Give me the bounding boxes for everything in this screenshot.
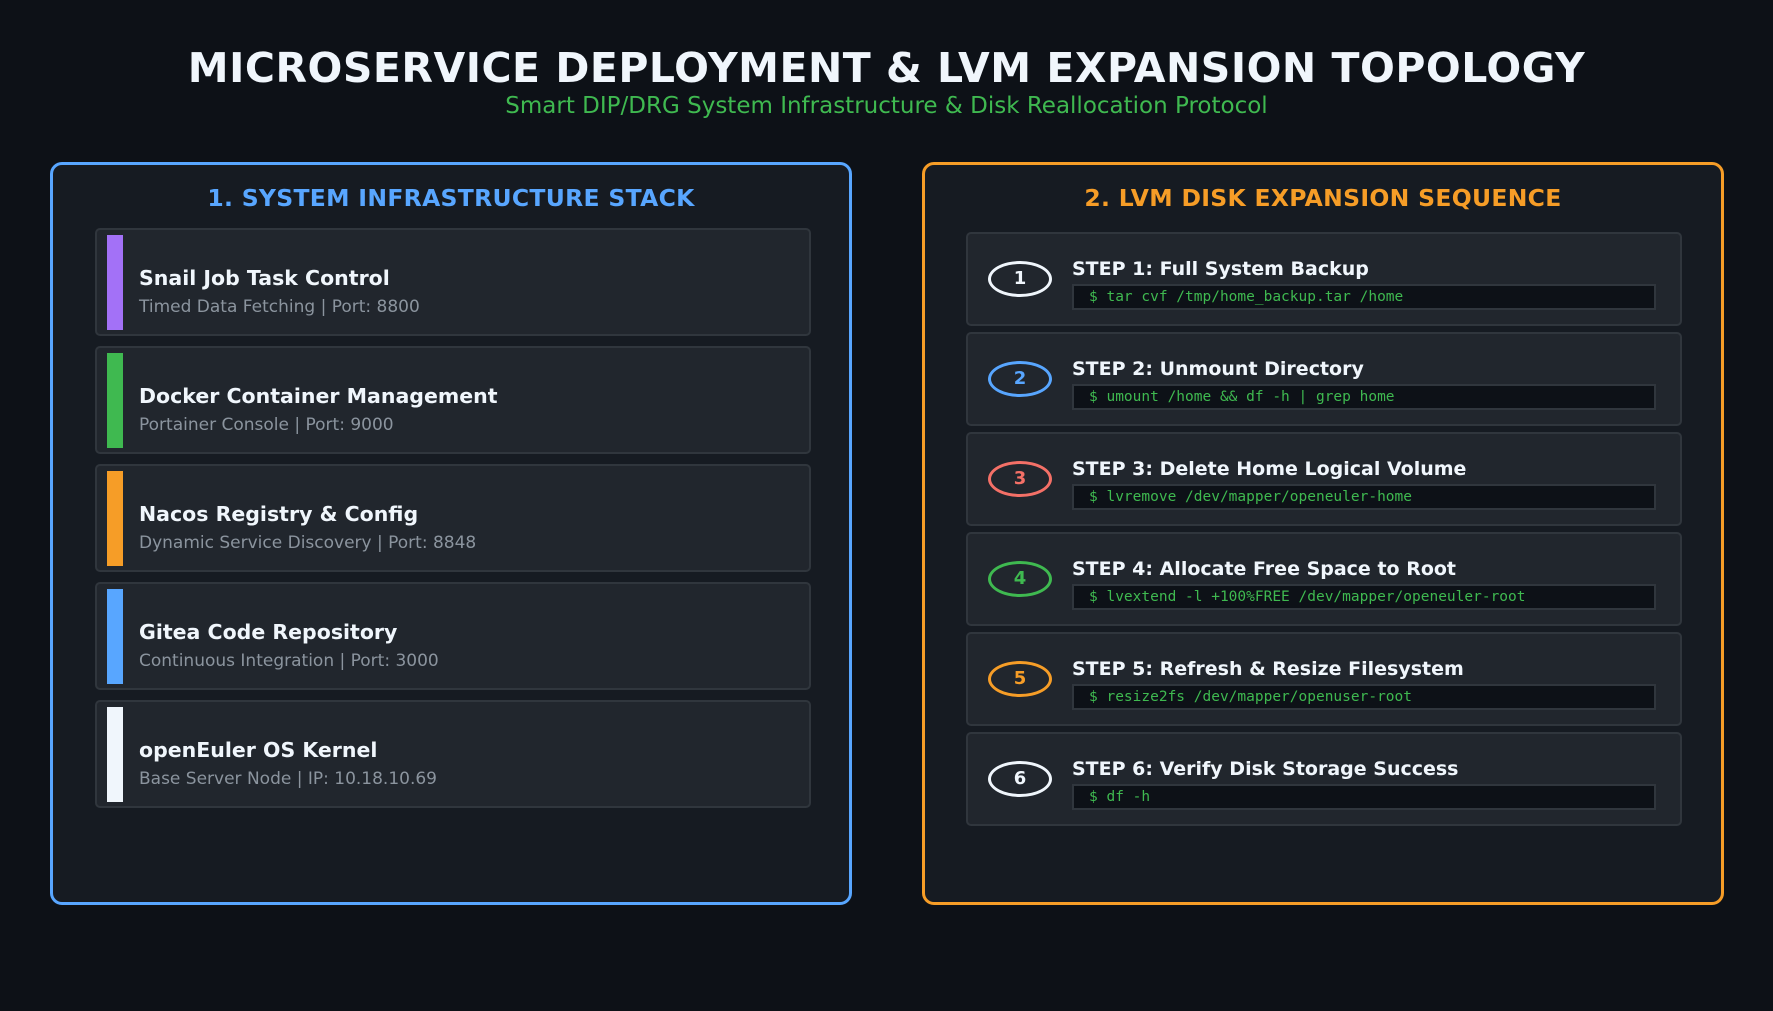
- stack-item-name: openEuler OS Kernel: [139, 738, 378, 762]
- step-number-badge: 5: [988, 661, 1052, 697]
- step-title: STEP 4: Allocate Free Space to Root: [1072, 558, 1457, 580]
- infrastructure-stack-panel: 1. SYSTEM INFRASTRUCTURE STACK Snail Job…: [50, 162, 852, 905]
- step-number-badge: 2: [988, 361, 1052, 397]
- step-title: STEP 6: Verify Disk Storage Success: [1072, 758, 1459, 780]
- step-command: $ df -h: [1072, 784, 1656, 810]
- step-title: STEP 2: Unmount Directory: [1072, 358, 1364, 380]
- lvm-panel-title: 2. LVM DISK EXPANSION SEQUENCE: [1084, 184, 1562, 212]
- step-number-badge: 3: [988, 461, 1052, 497]
- lvm-step-1: 1 STEP 1: Full System Backup $ tar cvf /…: [966, 232, 1682, 326]
- stack-color-bar: [107, 707, 123, 802]
- step-command: $ lvremove /dev/mapper/openeuler-home: [1072, 484, 1656, 510]
- stack-item-detail: Timed Data Fetching | Port: 8800: [139, 297, 420, 317]
- lvm-expansion-panel: 2. LVM DISK EXPANSION SEQUENCE 1 STEP 1:…: [922, 162, 1724, 905]
- stack-item-detail: Base Server Node | IP: 10.18.10.69: [139, 769, 437, 789]
- step-title: STEP 1: Full System Backup: [1072, 258, 1369, 280]
- page-title: MICROSERVICE DEPLOYMENT & LVM EXPANSION …: [187, 44, 1586, 92]
- lvm-step-2: 2 STEP 2: Unmount Directory $ umount /ho…: [966, 332, 1682, 426]
- lvm-step-3: 3 STEP 3: Delete Home Logical Volume $ l…: [966, 432, 1682, 526]
- step-number-badge: 1: [988, 261, 1052, 297]
- step-number-badge: 6: [988, 761, 1052, 797]
- stack-color-bar: [107, 589, 123, 684]
- step-command: $ tar cvf /tmp/home_backup.tar /home: [1072, 284, 1656, 310]
- stack-item-detail: Continuous Integration | Port: 3000: [139, 651, 439, 671]
- lvm-step-5: 5 STEP 5: Refresh & Resize Filesystem $ …: [966, 632, 1682, 726]
- stack-item-openeuler: openEuler OS Kernel Base Server Node | I…: [95, 700, 811, 808]
- lvm-step-4: 4 STEP 4: Allocate Free Space to Root $ …: [966, 532, 1682, 626]
- infrastructure-panel-title: 1. SYSTEM INFRASTRUCTURE STACK: [207, 184, 695, 212]
- stack-item-name: Gitea Code Repository: [139, 620, 398, 644]
- step-command: $ resize2fs /dev/mapper/openuser-root: [1072, 684, 1656, 710]
- step-number-badge: 4: [988, 561, 1052, 597]
- stack-item-gitea: Gitea Code Repository Continuous Integra…: [95, 582, 811, 690]
- stack-color-bar: [107, 235, 123, 330]
- step-command: $ lvextend -l +100%FREE /dev/mapper/open…: [1072, 584, 1656, 610]
- stack-item-name: Docker Container Management: [139, 384, 498, 408]
- stack-item-docker: Docker Container Management Portainer Co…: [95, 346, 811, 454]
- lvm-step-6: 6 STEP 6: Verify Disk Storage Success $ …: [966, 732, 1682, 826]
- stack-color-bar: [107, 353, 123, 448]
- stack-item-detail: Dynamic Service Discovery | Port: 8848: [139, 533, 477, 553]
- step-command: $ umount /home && df -h | grep home: [1072, 384, 1656, 410]
- step-title: STEP 5: Refresh & Resize Filesystem: [1072, 658, 1464, 680]
- stack-item-name: Nacos Registry & Config: [139, 502, 419, 526]
- stack-item-nacos: Nacos Registry & Config Dynamic Service …: [95, 464, 811, 572]
- stack-item-snail-job: Snail Job Task Control Timed Data Fetchi…: [95, 228, 811, 336]
- step-title: STEP 3: Delete Home Logical Volume: [1072, 458, 1467, 480]
- stack-color-bar: [107, 471, 123, 566]
- stack-item-detail: Portainer Console | Port: 9000: [139, 415, 394, 435]
- page-subtitle: Smart DIP/DRG System Infrastructure & Di…: [505, 93, 1268, 119]
- stack-item-name: Snail Job Task Control: [139, 266, 390, 290]
